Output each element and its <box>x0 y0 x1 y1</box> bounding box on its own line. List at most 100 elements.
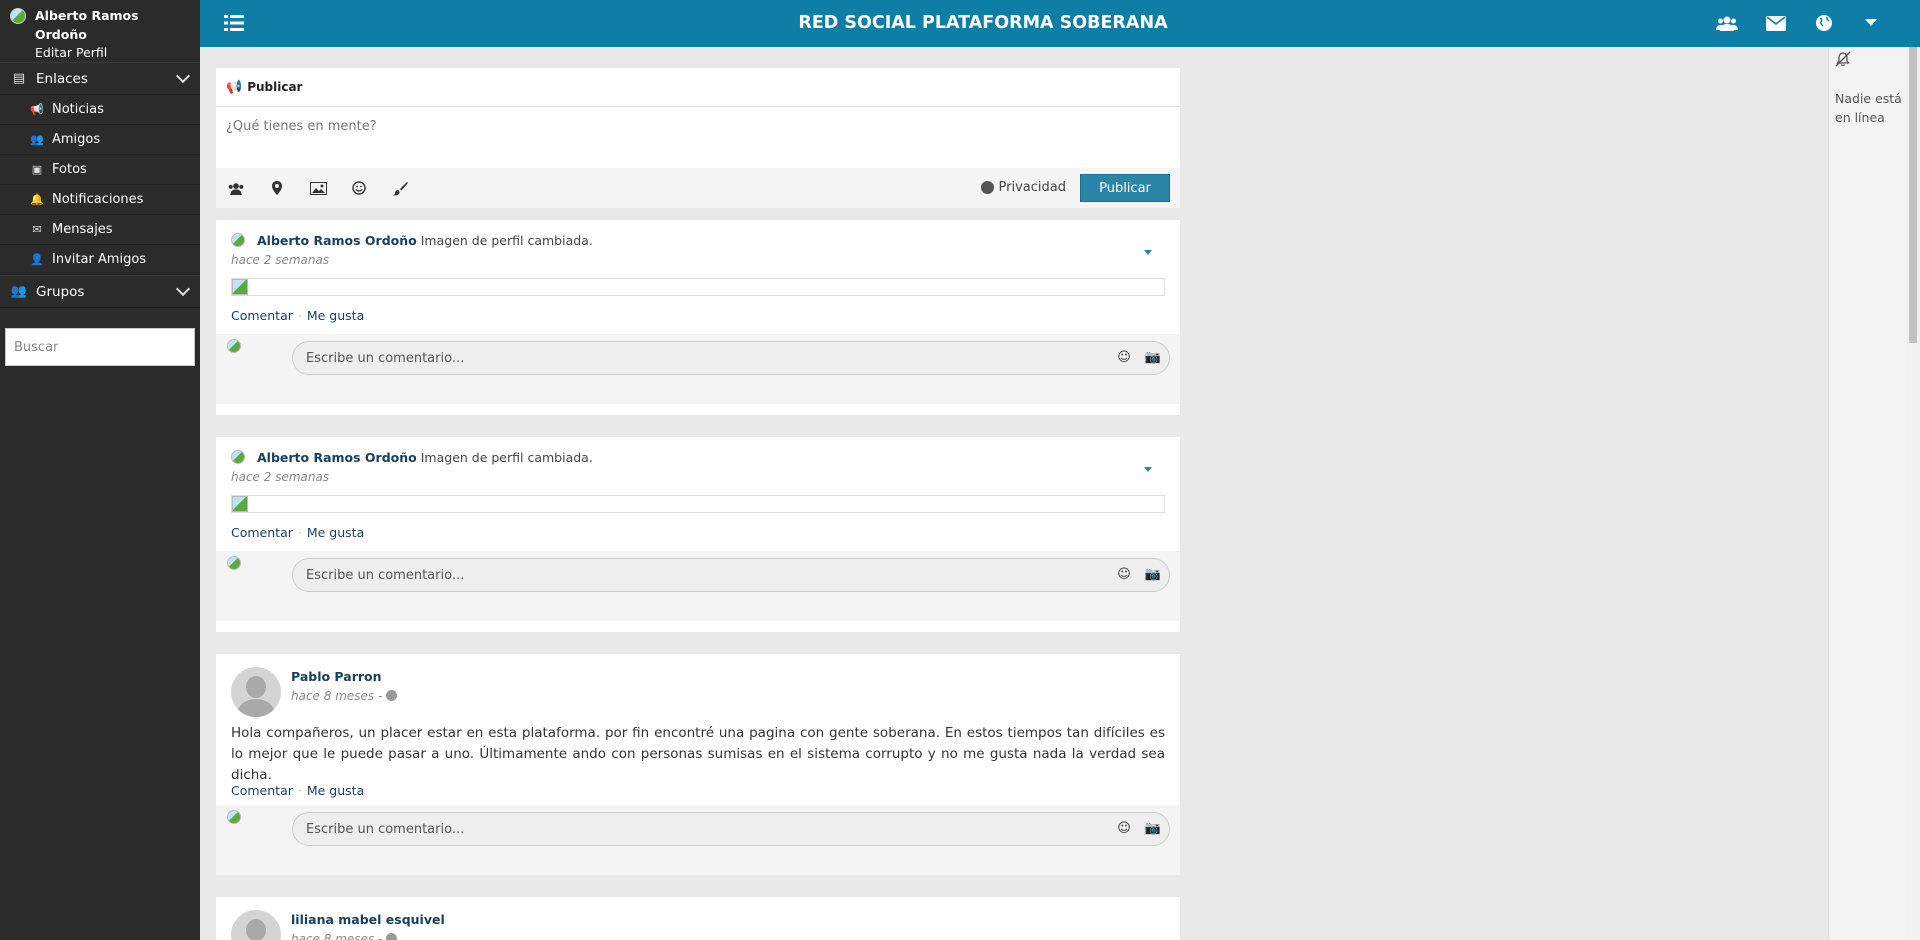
post-author[interactable]: liliana mabel esquivel <box>291 912 445 927</box>
scrollbar[interactable] <box>1906 47 1920 940</box>
scrollbar-thumb[interactable] <box>1909 47 1917 343</box>
chevron-down-icon <box>175 68 191 84</box>
comment-link[interactable]: Comentar <box>231 783 293 798</box>
sidebar-item-notificaciones[interactable]: 🔔 Notificaciones <box>0 185 200 215</box>
sidebar-item-label: Fotos <box>52 162 87 177</box>
post-image[interactable] <box>231 278 1165 296</box>
post-time: hace 2 semanas <box>231 253 330 267</box>
post-card: liliana mabel esquivel hace 8 meses - <box>216 897 1180 940</box>
post-header: Alberto Ramos Ordoño Imagen de perfil ca… <box>216 220 1180 278</box>
tag-friends-icon[interactable] <box>225 180 247 196</box>
privacy-selector[interactable]: Privacidad <box>980 180 1066 195</box>
composer-title: Publicar <box>247 80 303 94</box>
sidebar-item-label: Invitar Amigos <box>52 252 147 267</box>
post-card: Alberto Ramos Ordoño Imagen de perfil ca… <box>216 220 1180 415</box>
chevron-down-icon <box>175 281 191 297</box>
location-pin-icon[interactable] <box>266 180 288 196</box>
post-time: hace 8 meses - <box>291 932 398 940</box>
user-plus-icon: 👤 <box>30 253 44 266</box>
brush-icon[interactable] <box>389 180 411 196</box>
sidebar-item-label: Amigos <box>52 132 101 147</box>
privacy-label: Privacidad <box>998 180 1066 195</box>
post-time: hace 2 semanas <box>231 470 330 484</box>
sidebar-item-fotos[interactable]: ▣ Fotos <box>0 155 200 185</box>
chat-empty-text: Nadie está en línea <box>1835 91 1902 125</box>
post-actions: Comentar · Me gusta <box>216 771 379 809</box>
sidebar-section-links[interactable]: ▤ Enlaces <box>0 62 200 95</box>
comment-row: Escribe un comentario... ☺ 📷 <box>216 334 1180 404</box>
post-card: Pablo Parron hace 8 meses - Hola compañe… <box>216 654 1180 875</box>
comment-input[interactable]: Escribe un comentario... ☺ 📷 <box>292 812 1170 846</box>
topbar: RED SOCIAL PLATAFORMA SOBERANA <box>200 0 1920 47</box>
post-options-caret-icon[interactable] <box>1144 250 1152 255</box>
friends-icon[interactable] <box>1716 13 1738 33</box>
photo-icon[interactable] <box>307 180 329 196</box>
sidebar-item-noticias[interactable]: 📢 Noticias <box>0 95 200 125</box>
author-avatar[interactable] <box>231 910 281 940</box>
envelope-icon: ✉ <box>32 223 42 236</box>
camera-icon[interactable]: 📷 <box>1145 821 1161 836</box>
sidebar-item-label: Notificaciones <box>52 192 144 207</box>
post-action-text: Imagen de perfil cambiada. <box>420 233 593 248</box>
author-avatar[interactable] <box>231 233 245 247</box>
publish-button[interactable]: Publicar <box>1080 174 1170 202</box>
comment-input[interactable]: Escribe un comentario... ☺ 📷 <box>292 341 1170 375</box>
bell-icon: 🔔 <box>30 193 44 206</box>
sidebar-item-label: Noticias <box>52 102 104 117</box>
comment-placeholder: Escribe un comentario... <box>306 567 465 583</box>
author-avatar[interactable] <box>231 450 245 464</box>
sidebar-item-invitar-amigos[interactable]: 👤 Invitar Amigos <box>0 245 200 275</box>
post-author[interactable]: Alberto Ramos Ordoño <box>257 233 417 248</box>
messages-icon[interactable] <box>1765 13 1787 33</box>
comment-input[interactable]: Escribe un comentario... ☺ 📷 <box>292 558 1170 592</box>
like-link[interactable]: Me gusta <box>307 308 364 323</box>
broken-image-icon <box>232 279 248 295</box>
user-avatar[interactable] <box>10 8 26 24</box>
sidebar-search <box>5 328 195 366</box>
user-name[interactable]: Alberto Ramos Ordoño <box>35 6 165 44</box>
camera-icon[interactable]: 📷 <box>1145 350 1161 365</box>
sidebar-section-label: Enlaces <box>36 70 88 87</box>
camera-icon[interactable]: 📷 <box>1145 567 1161 582</box>
chat-panel: Nadie está en línea <box>1828 47 1906 940</box>
sidebar-section-groups[interactable]: 👥 Grupos <box>0 275 200 308</box>
emoji-icon[interactable]: ☺ <box>1117 567 1131 582</box>
emoji-icon[interactable]: ☺ <box>1117 350 1131 365</box>
commenter-avatar <box>227 556 241 570</box>
post-textarea[interactable]: ¿Qué tienes en mente? <box>216 107 1180 168</box>
author-avatar[interactable] <box>231 667 281 717</box>
post-image[interactable] <box>231 495 1165 513</box>
comment-row: Escribe un comentario... ☺ 📷 <box>216 551 1180 621</box>
globe-icon <box>980 181 994 194</box>
users-icon: 👥 <box>30 133 44 146</box>
post-options-caret-icon[interactable] <box>1144 467 1152 472</box>
comment-link[interactable]: Comentar <box>231 308 293 323</box>
emoji-icon[interactable] <box>348 180 370 196</box>
newspaper-icon: ▤ <box>12 71 26 86</box>
like-link[interactable]: Me gusta <box>307 783 364 798</box>
site-title: RED SOCIAL PLATAFORMA SOBERANA <box>798 13 1168 33</box>
users-icon: 👥 <box>10 284 28 299</box>
like-link[interactable]: Me gusta <box>307 525 364 540</box>
comment-placeholder: Escribe un comentario... <box>306 821 465 837</box>
edit-profile-link[interactable]: Editar Perfil <box>35 44 200 62</box>
post-author[interactable]: Pablo Parron <box>291 669 382 684</box>
caret-down-icon[interactable] <box>1860 13 1882 33</box>
sidebar-section-label: Grupos <box>36 283 85 300</box>
globe-icon <box>386 933 398 940</box>
sidebar-item-amigos[interactable]: 👥 Amigos <box>0 125 200 155</box>
bell-slash-icon[interactable] <box>1835 51 1851 71</box>
megaphone-icon: 📢 <box>30 103 44 116</box>
composer-card: 📢 Publicar ¿Qué tienes en mente? Privaci… <box>216 68 1180 208</box>
post-actions: Comentar · Me gusta <box>216 513 1180 551</box>
broken-image-icon <box>232 496 248 512</box>
search-input[interactable] <box>14 339 186 355</box>
post-card: Alberto Ramos Ordoño Imagen de perfil ca… <box>216 437 1180 632</box>
emoji-icon[interactable]: ☺ <box>1117 821 1131 836</box>
post-author[interactable]: Alberto Ramos Ordoño <box>257 450 417 465</box>
comment-link[interactable]: Comentar <box>231 525 293 540</box>
sidebar-item-mensajes[interactable]: ✉ Mensajes <box>0 215 200 245</box>
post-action-text: Imagen de perfil cambiada. <box>420 450 593 465</box>
commenter-avatar <box>227 810 241 824</box>
globe-icon[interactable] <box>1813 13 1835 33</box>
